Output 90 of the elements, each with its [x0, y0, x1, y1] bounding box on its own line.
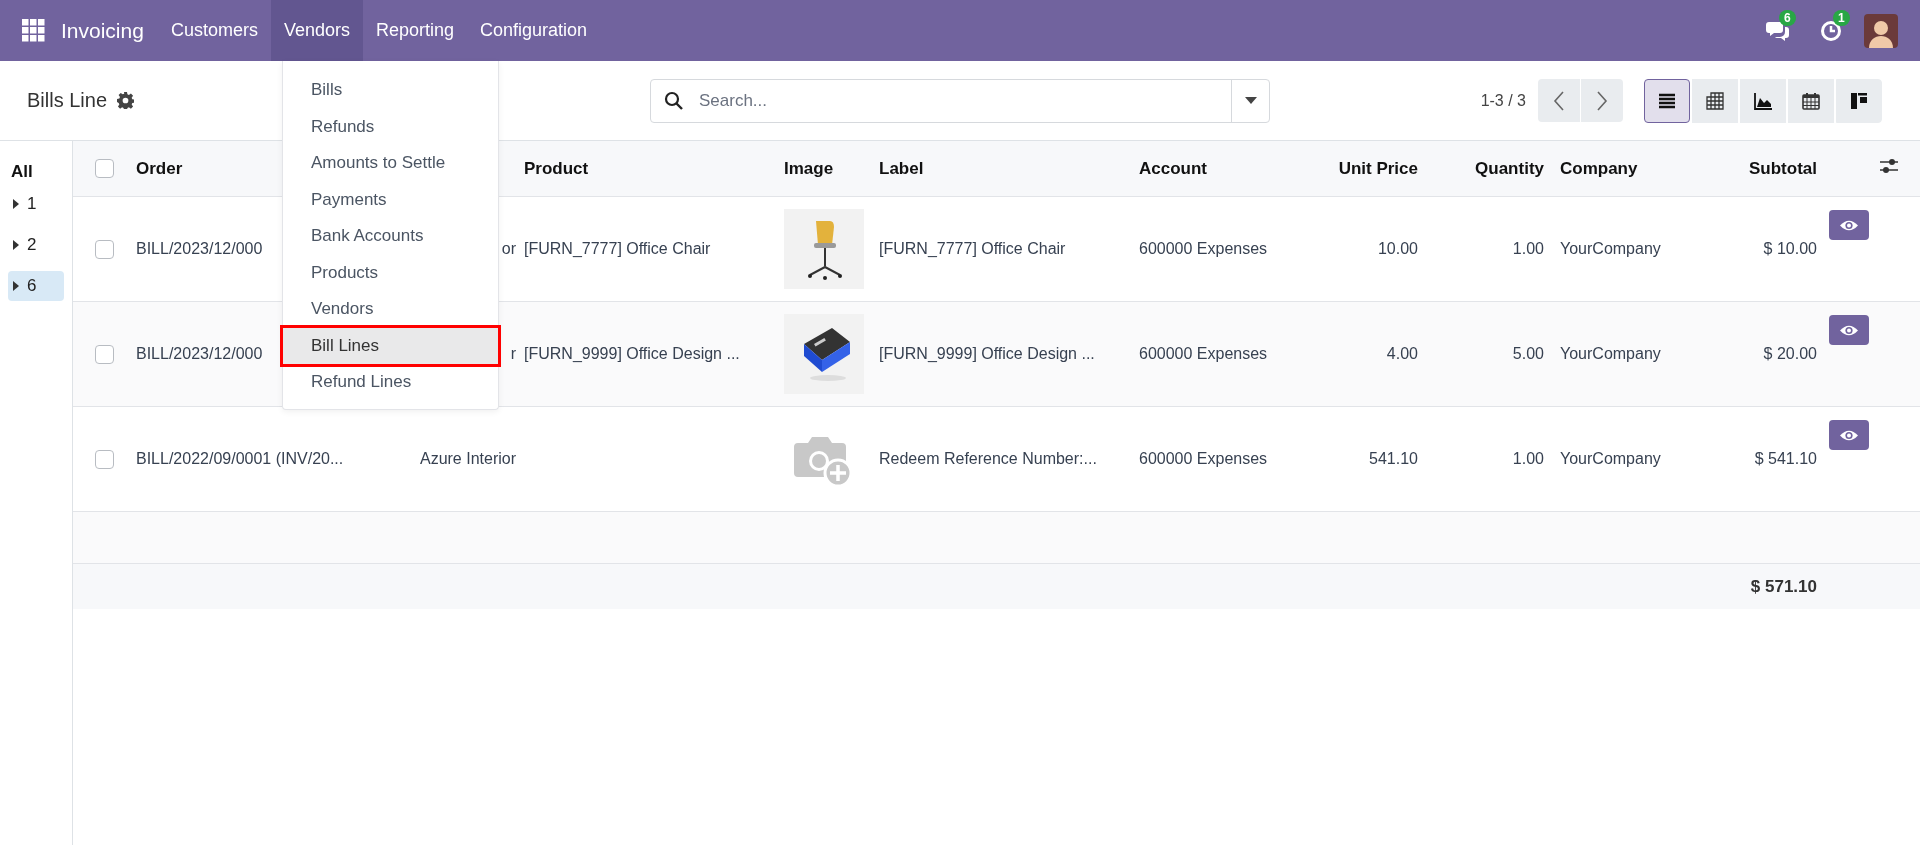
table-cell: $ 541.10 — [1754, 450, 1817, 467]
filter-item[interactable]: 1 — [8, 189, 64, 219]
pivot-view-button[interactable] — [1692, 78, 1738, 123]
table-cell: Azure Interior — [419, 450, 516, 467]
table-cell: 600000 Expenses — [1139, 345, 1268, 362]
table-cell: r — [510, 345, 516, 362]
column-header[interactable]: Unit Price — [1338, 158, 1418, 178]
filter-count: 2 — [27, 235, 37, 255]
list-icon — [1658, 91, 1676, 110]
table-cell: 541.10 — [1369, 450, 1418, 467]
kanban-icon — [1850, 91, 1868, 110]
page-title: Bills Line — [27, 89, 108, 112]
menu-item[interactable]: Customers — [157, 0, 271, 61]
column-header[interactable]: Account — [1139, 158, 1207, 178]
count-badge: 1 — [1833, 9, 1850, 26]
pager-value: 1-3 / 3 — [1480, 91, 1526, 110]
menu-item[interactable]: Products — [283, 254, 498, 291]
checkbox[interactable] — [95, 239, 114, 259]
table-cell: BILL/2022/09/0001 (INV/20... — [136, 450, 344, 467]
sliders-icon[interactable] — [1880, 158, 1898, 174]
calendar-view-button[interactable] — [1788, 78, 1834, 123]
table-cell: [FURN_7777] Office Chair — [879, 240, 1066, 257]
menu-item[interactable]: Bills — [283, 72, 498, 109]
graph-view-button[interactable] — [1740, 78, 1786, 123]
table-cell: [FURN_7777] Office Chair — [524, 240, 711, 257]
checkbox[interactable] — [95, 159, 114, 178]
eye-icon — [1839, 428, 1859, 442]
chevron-left-icon — [1553, 90, 1565, 111]
caret-icon — [1244, 97, 1257, 104]
view-button[interactable] — [1829, 420, 1869, 450]
area-chart-icon — [1754, 91, 1772, 110]
app-name[interactable]: Invoicing — [61, 18, 144, 43]
view-button[interactable] — [1829, 315, 1869, 345]
table-cell: YourCompany — [1560, 450, 1661, 467]
table-cell: 4.00 — [1386, 345, 1418, 362]
table-cell: 600000 Expenses — [1139, 240, 1268, 257]
column-header[interactable]: Image — [784, 158, 834, 178]
app-grid-icon[interactable] — [22, 19, 45, 42]
table-cell: Redeem Reference Number:... — [879, 450, 1097, 467]
table-cell: [FURN_9999] Office Design ... — [524, 345, 740, 362]
table-cell: 5.00 — [1512, 345, 1544, 362]
table-cell: BILL/2023/12/000 — [136, 345, 263, 362]
menu-item[interactable]: Refund Lines — [283, 364, 498, 401]
column-header[interactable]: Quantity — [1475, 158, 1544, 178]
view-button[interactable] — [1829, 210, 1869, 240]
filter-count: 6 — [27, 276, 37, 296]
user-avatar[interactable] — [1864, 13, 1898, 48]
filter-item[interactable]: 2 — [8, 230, 64, 260]
search-field[interactable]: Search... — [650, 78, 1270, 123]
table-cell: YourCompany — [1560, 345, 1661, 362]
table-cell: or — [501, 240, 516, 257]
menu-item[interactable]: Configuration — [467, 0, 601, 61]
menu-item[interactable]: Bill Lines — [283, 327, 498, 364]
checkbox[interactable] — [95, 449, 114, 469]
eye-icon — [1839, 323, 1859, 337]
caret-icon — [13, 240, 19, 250]
filter-item[interactable]: 6 — [8, 271, 64, 301]
caret-icon — [13, 199, 19, 209]
menu-item[interactable]: Bank Accounts — [283, 218, 498, 255]
list-view-button[interactable] — [1644, 78, 1690, 123]
column-header[interactable]: Company — [1560, 158, 1638, 178]
table-cell: 10.00 — [1377, 240, 1418, 257]
caret-icon — [13, 281, 19, 291]
table-cell: [FURN_9999] Office Design ... — [879, 345, 1095, 362]
chevron-right-icon — [1596, 90, 1608, 111]
menu-item[interactable]: Reporting — [363, 0, 468, 61]
gear-icon[interactable] — [117, 92, 135, 109]
menu-item[interactable]: Amounts to Settle — [283, 145, 498, 182]
table-cell: 1.00 — [1512, 450, 1544, 467]
column-header[interactable]: Product — [524, 158, 589, 178]
column-header[interactable]: Subtotal — [1749, 158, 1817, 178]
filter-all[interactable]: All — [8, 155, 64, 189]
table-cell: $ 20.00 — [1763, 345, 1817, 362]
total-amount: $ 571.10 — [1750, 576, 1817, 596]
table-cell: BILL/2023/12/000 — [136, 240, 263, 257]
table-grid-icon — [1706, 91, 1724, 110]
calendar-icon — [1802, 91, 1820, 110]
table-cell: YourCompany — [1560, 240, 1661, 257]
filter-count: 1 — [27, 194, 37, 214]
kanban-view-button[interactable] — [1836, 78, 1882, 123]
checkbox[interactable] — [95, 344, 114, 364]
count-badge: 6 — [1779, 9, 1796, 26]
eye-icon — [1839, 218, 1859, 232]
menu-item[interactable]: Vendors — [270, 0, 363, 61]
column-header[interactable]: Label — [879, 158, 924, 178]
column-header[interactable]: Order — [136, 158, 183, 178]
menu-item[interactable]: Refunds — [283, 108, 498, 145]
table-cell: $ 10.00 — [1763, 240, 1817, 257]
table-cell: 1.00 — [1512, 240, 1544, 257]
table-cell: 600000 Expenses — [1139, 450, 1268, 467]
